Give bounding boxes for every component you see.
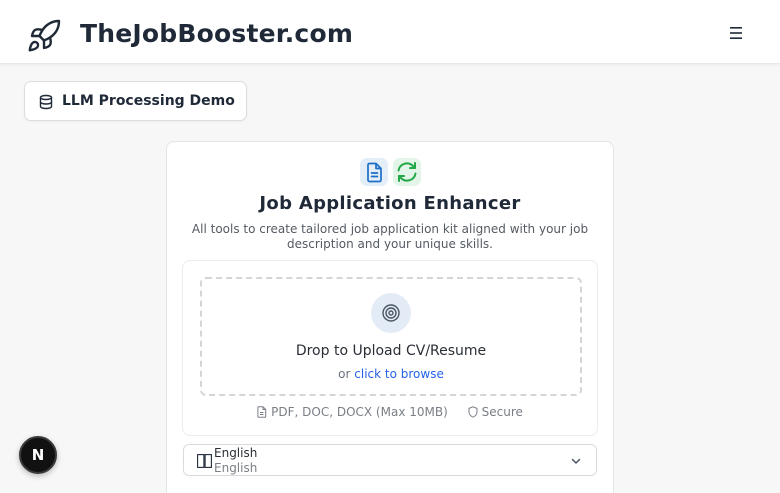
database-icon [39,94,53,110]
language-value: English [214,461,258,475]
secure-info: Secure [468,405,523,419]
upload-icon-circle [371,293,411,333]
rocket-icon[interactable] [26,18,62,54]
shield-icon [468,406,478,418]
demo-button-label: LLM Processing Demo [62,93,235,109]
refresh-icon [393,158,421,186]
dev-indicator-badge[interactable]: N [19,436,57,474]
hero-icons [360,158,421,186]
dropzone-title: Drop to Upload CV/Resume [295,343,487,359]
browse-link[interactable]: click to browse [354,367,444,381]
page-subtitle: All tools to create tailored job applica… [191,222,589,251]
formats-info: PDF, DOC, DOCX (Max 10MB) [257,405,448,419]
language-select[interactable]: English English [183,444,597,476]
brand-title[interactable]: TheJobBooster.com [80,19,353,48]
top-header: TheJobBooster.com [0,0,780,64]
file-icon [257,406,267,418]
upload-meta: PDF, DOC, DOCX (Max 10MB) Secure [183,405,597,421]
upload-panel: Drop to Upload CV/Resume or click to bro… [182,260,598,436]
hamburger-menu-icon[interactable] [726,24,746,42]
document-icon [360,158,388,186]
secure-text: Secure [481,405,523,419]
dropzone-subtext: or click to browse [202,367,580,381]
language-icon [197,454,212,468]
language-label: English [214,446,258,460]
target-icon [382,304,400,322]
page-title: Job Application Enhancer [259,193,521,214]
formats-text: PDF, DOC, DOCX (Max 10MB) [271,405,448,419]
job-enhancer-card: Job Application Enhancer All tools to cr… [166,141,614,493]
cv-dropzone[interactable]: Drop to Upload CV/Resume or click to bro… [200,277,582,396]
or-text: or [338,367,351,381]
chevron-down-icon [571,458,581,464]
llm-processing-demo-button[interactable]: LLM Processing Demo [24,81,247,121]
